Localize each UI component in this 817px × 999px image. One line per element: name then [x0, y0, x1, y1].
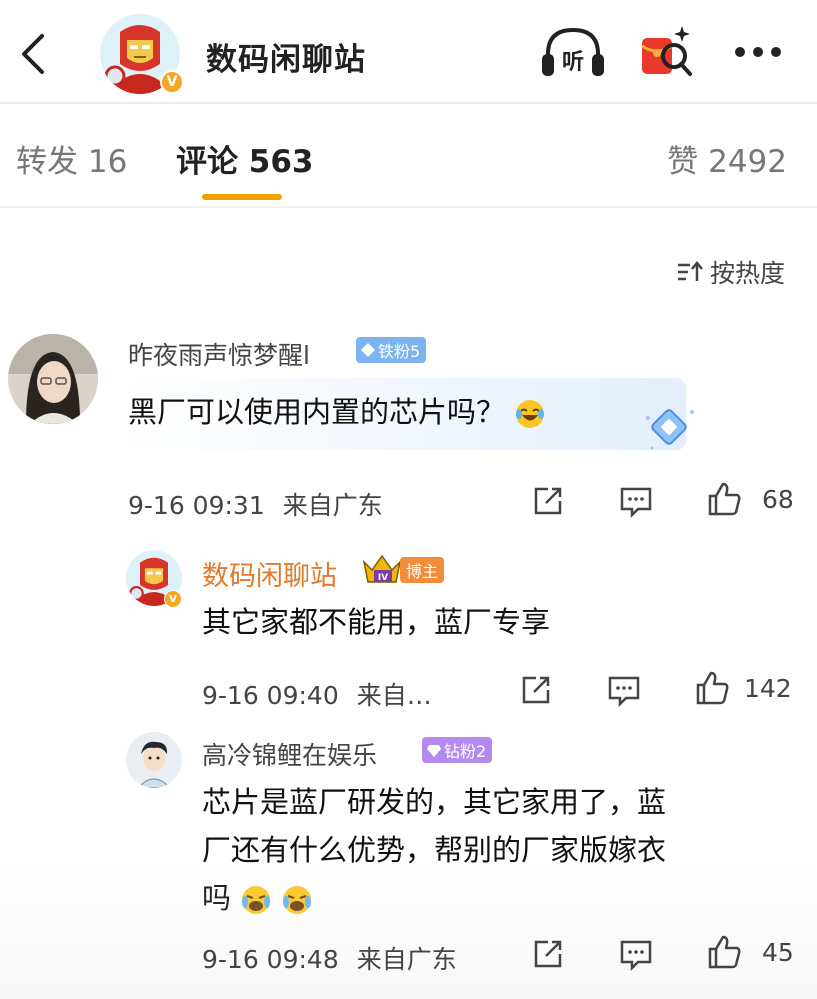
- active-tab-indicator: [202, 194, 282, 200]
- more-options-button[interactable]: [728, 28, 788, 76]
- sort-icon: [678, 261, 703, 281]
- back-button[interactable]: [14, 30, 50, 78]
- like-count: 68: [762, 484, 794, 514]
- comment-location: 来自广东: [282, 491, 383, 520]
- tab-comments[interactable]: 评论 563: [176, 136, 314, 181]
- fan-badge[interactable]: 铁粉5: [356, 337, 427, 363]
- reply-location: 来自广东: [356, 945, 457, 974]
- sort-label: 按热度: [710, 259, 786, 288]
- comment-icon: [620, 487, 652, 519]
- verified-badge-icon: V: [164, 590, 182, 608]
- like-count: 142: [744, 673, 792, 703]
- diamond-icon: [427, 745, 441, 757]
- repost-reply-button[interactable]: [518, 672, 554, 708]
- fan-badge-label: 钻粉2: [444, 742, 487, 761]
- share-icon: [522, 676, 550, 704]
- like-reply-button[interactable]: 142: [694, 670, 792, 706]
- fan-badge-label: 铁粉5: [378, 342, 421, 361]
- reply-date: 9-16 09:40: [202, 681, 339, 710]
- commenter-avatar[interactable]: [8, 334, 98, 424]
- comment-icon: [608, 676, 640, 708]
- thumbs-up-icon: [708, 935, 741, 969]
- blogger-badge-label: 博主: [406, 562, 439, 581]
- reply-location: 来自…: [356, 681, 432, 710]
- verified-badge-icon: V: [160, 70, 184, 94]
- chevron-left-icon: [22, 34, 44, 74]
- laugh-cry-emoji-icon: [516, 400, 545, 428]
- red-envelope-search-icon: [641, 26, 692, 76]
- blogger-badge: 博主: [400, 557, 445, 583]
- reply-meta: 9-16 09:48 来自广东: [202, 940, 457, 976]
- comment-text: 黑厂可以使用内置的芯片吗？: [128, 388, 546, 436]
- share-icon: [534, 487, 562, 515]
- like-count: 45: [762, 937, 794, 967]
- post-tabs: 转发 16 评论 563 赞 2492: [0, 106, 817, 208]
- listen-button[interactable]: 听: [540, 24, 606, 80]
- repost-comment-button[interactable]: [530, 483, 566, 519]
- bottom-fade-overlay: [0, 860, 817, 999]
- comment-meta: 9-16 09:31 来自广东: [128, 486, 383, 522]
- repost-reply-button[interactable]: [530, 936, 566, 972]
- tab-likes[interactable]: 赞 2492: [667, 136, 787, 181]
- commenter-name[interactable]: 昨夜雨声惊梦醒l: [128, 336, 310, 372]
- top-bar: V 数码闲聊站 听: [0, 0, 817, 104]
- reply-text: 其它家都不能用，蓝厂专享: [202, 605, 551, 639]
- comment-icon: [620, 940, 652, 972]
- reply-name[interactable]: 数码闲聊站: [202, 554, 337, 593]
- comment-date: 9-16 09:31: [128, 491, 265, 520]
- reply-avatar[interactable]: [126, 732, 182, 788]
- diamond-decoration-icon: [646, 409, 694, 450]
- svg-text:IV: IV: [378, 573, 388, 583]
- headphones-icon: 听: [542, 27, 604, 76]
- tab-repost[interactable]: 转发 16: [16, 136, 127, 181]
- thumbs-up-icon: [708, 482, 741, 516]
- page-title: 数码闲聊站: [206, 42, 366, 78]
- sort-by-hot-button[interactable]: 按热度: [676, 254, 785, 290]
- like-reply-button[interactable]: 45: [706, 934, 794, 970]
- share-icon: [534, 940, 562, 968]
- reply-text-line: 芯片是蓝厂研发的，其它家用了，蓝: [202, 785, 667, 819]
- like-button[interactable]: 68: [706, 481, 794, 517]
- red-packet-search-button[interactable]: [638, 22, 696, 82]
- crown-level-icon: IV: [362, 554, 402, 583]
- reply-name[interactable]: 高冷锦鲤在娱乐: [202, 736, 377, 772]
- reply-to-reply-button[interactable]: [618, 936, 654, 972]
- reply-to-reply-button[interactable]: [606, 672, 642, 708]
- reply-date: 9-16 09:48: [202, 945, 339, 974]
- thumbs-up-icon: [696, 671, 729, 705]
- diamond-icon: [361, 343, 375, 357]
- svg-text:听: 听: [562, 50, 584, 75]
- reply-button[interactable]: [618, 483, 654, 519]
- more-dots-icon: [735, 47, 781, 57]
- fan-badge[interactable]: 钻粉2: [422, 737, 493, 763]
- comment-text-content: 黑厂可以使用内置的芯片吗？: [128, 395, 506, 429]
- reply-meta: 9-16 09:40 来自…: [202, 676, 432, 712]
